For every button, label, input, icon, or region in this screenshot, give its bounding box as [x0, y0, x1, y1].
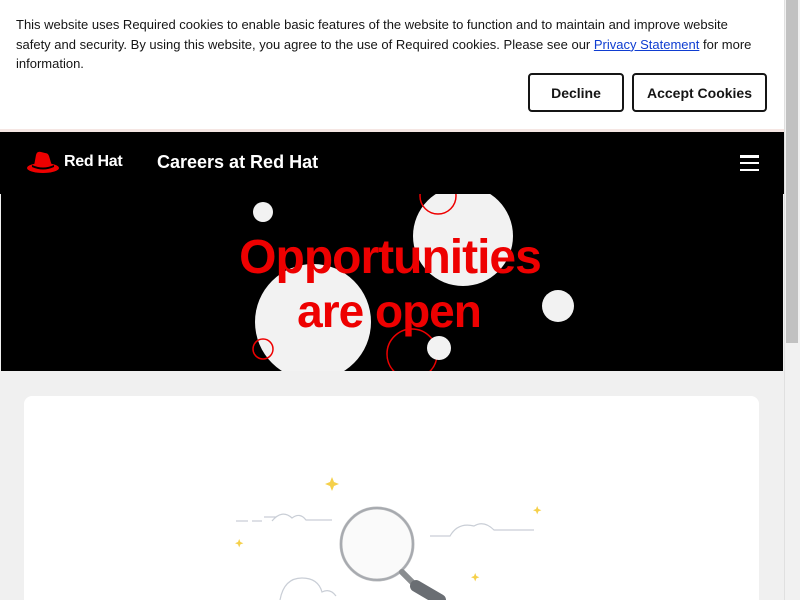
- page-title[interactable]: Careers at Red Hat: [157, 152, 318, 173]
- hero-headline-line-2: are open: [297, 285, 482, 337]
- hero-banner: Opportunities are open: [1, 194, 783, 371]
- cookie-banner: This website uses Required cookies to en…: [0, 0, 784, 132]
- hamburger-menu-icon[interactable]: [740, 155, 759, 171]
- content-card: [24, 396, 759, 600]
- cookie-message: This website uses Required cookies to en…: [16, 15, 756, 74]
- scrollbar-thumb[interactable]: [786, 0, 798, 343]
- search-illustration: [235, 477, 542, 600]
- site-header: Red Hat Careers at Red Hat: [0, 132, 784, 194]
- accept-cookies-button[interactable]: Accept Cookies: [632, 73, 767, 112]
- red-hat-logo[interactable]: Red Hat: [26, 149, 123, 175]
- decline-button[interactable]: Decline: [528, 73, 624, 112]
- red-hat-icon: [27, 151, 59, 173]
- privacy-statement-link[interactable]: Privacy Statement: [594, 37, 700, 52]
- hero-headline-line-1: Opportunities: [239, 231, 542, 284]
- logo-text: Red Hat: [64, 153, 123, 170]
